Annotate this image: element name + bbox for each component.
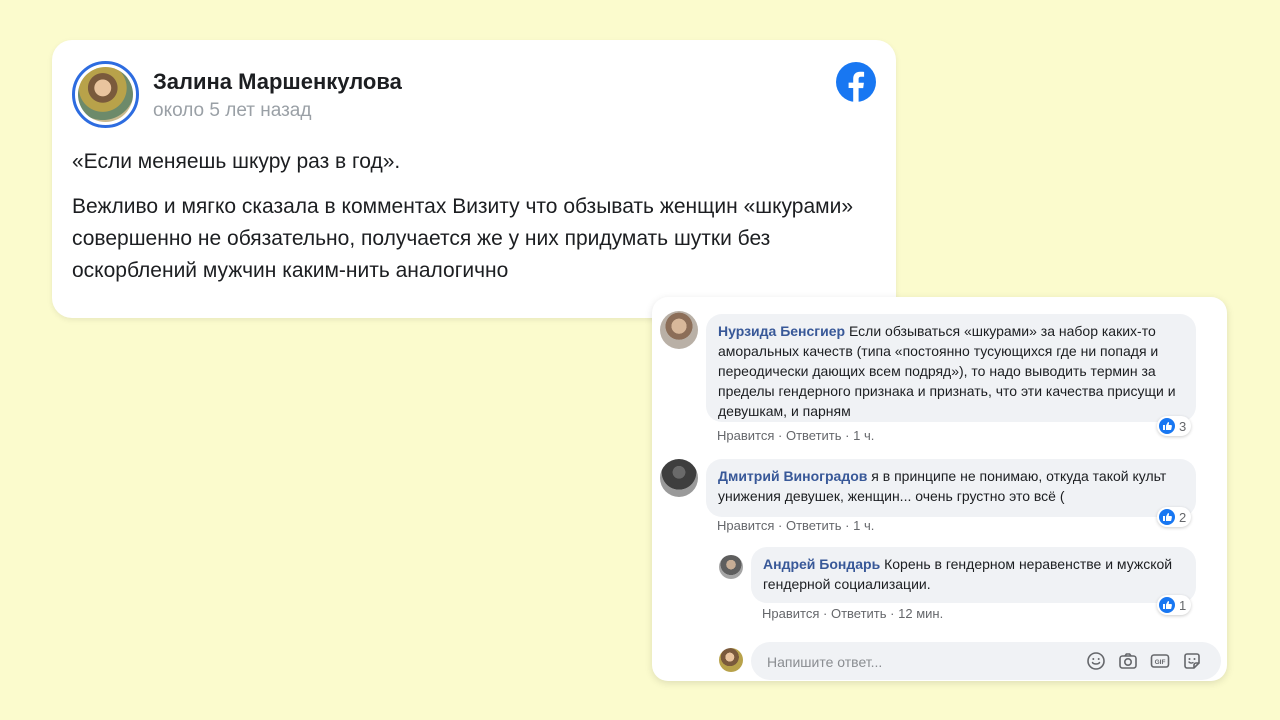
gif-icon[interactable]: GIF [1150, 651, 1170, 671]
like-link[interactable]: Нравится [717, 518, 774, 533]
comment-bubble: Дмитрий Виноградов я в принципе не поним… [706, 459, 1196, 517]
separator: · [890, 606, 895, 621]
like-icon [1159, 597, 1175, 613]
comment-actions: Нравится · Ответить · 1 ч. [717, 518, 874, 533]
separator: · [845, 428, 850, 443]
reply-link[interactable]: Ответить [786, 518, 842, 533]
commenter-avatar[interactable] [660, 311, 698, 349]
facebook-logo-icon [836, 62, 876, 102]
post-title: «Если меняешь шкуру раз в год». [72, 150, 401, 173]
separator: · [845, 518, 850, 533]
like-link[interactable]: Нравится [762, 606, 819, 621]
reaction-count[interactable]: 1 [1157, 595, 1192, 615]
commenter-name[interactable]: Дмитрий Виноградов [718, 468, 867, 484]
like-icon [1159, 509, 1175, 525]
commenter-avatar[interactable] [719, 555, 743, 579]
comment-bubble: Андрей Бондарь Корень в гендерном нераве… [751, 547, 1196, 603]
reply-input[interactable] [765, 650, 1069, 674]
reaction-number: 3 [1179, 418, 1187, 434]
separator: · [778, 518, 783, 533]
current-user-avatar [719, 648, 743, 672]
comment-actions: Нравится · Ответить · 12 мин. [762, 606, 943, 621]
reaction-number: 1 [1179, 597, 1187, 613]
post-card: Залина Маршенкулова около 5 лет назад «Е… [52, 40, 896, 318]
comment-time[interactable]: 1 ч. [853, 428, 874, 443]
separator: · [823, 606, 828, 621]
like-icon [1159, 418, 1175, 434]
comment-bubble: Нурзида Бенсгиер Если обзываться «шкурам… [706, 314, 1196, 422]
author-avatar[interactable] [72, 61, 139, 128]
comment-actions: Нравится · Ответить · 1 ч. [717, 428, 874, 443]
camera-icon[interactable] [1118, 651, 1138, 671]
sticker-icon[interactable] [1182, 651, 1202, 671]
reaction-count[interactable]: 3 [1157, 416, 1192, 436]
comment-time[interactable]: 12 мин. [898, 606, 943, 621]
post-timestamp[interactable]: около 5 лет назад [153, 100, 311, 122]
comments-card: Нурзида Бенсгиер Если обзываться «шкурам… [652, 297, 1227, 681]
like-link[interactable]: Нравится [717, 428, 774, 443]
commenter-avatar[interactable] [660, 459, 698, 497]
reaction-count[interactable]: 2 [1157, 507, 1192, 527]
commenter-name[interactable]: Андрей Бондарь [763, 556, 880, 572]
comment-time[interactable]: 1 ч. [853, 518, 874, 533]
reply-link[interactable]: Ответить [831, 606, 887, 621]
reply-link[interactable]: Ответить [786, 428, 842, 443]
reply-input-box[interactable]: GIF [751, 642, 1221, 680]
reaction-number: 2 [1179, 509, 1187, 525]
post-body: Вежливо и мягко сказала в комментах Визи… [72, 195, 853, 282]
separator: · [778, 428, 783, 443]
commenter-name[interactable]: Нурзида Бенсгиер [718, 323, 845, 339]
author-name[interactable]: Залина Маршенкулова [153, 69, 402, 95]
svg-text:GIF: GIF [1155, 659, 1166, 666]
emoji-icon[interactable] [1086, 651, 1106, 671]
